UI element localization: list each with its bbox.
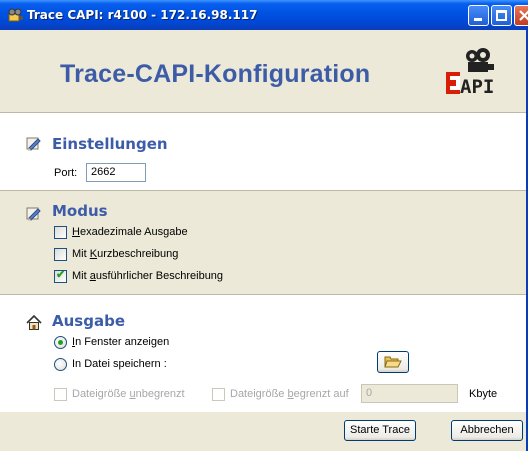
show-in-window-label[interactable]: In Fenster anzeigen — [72, 336, 169, 348]
title-bar[interactable]: Trace CAPI: r4100 - 172.16.98.117 — [0, 0, 528, 30]
minimize-button[interactable] — [468, 5, 489, 26]
close-icon — [519, 10, 528, 21]
size-unit-label: Kbyte — [469, 388, 498, 400]
size-limited-checkbox[interactable] — [212, 388, 225, 401]
port-label: Port: — [54, 167, 78, 179]
trace-app-icon — [8, 8, 23, 22]
size-limit-input[interactable]: 0 — [361, 384, 458, 403]
page-title: Trace-CAPI-Konfiguration — [60, 60, 371, 88]
settings-pencil-icon — [26, 137, 41, 151]
short-description-checkbox[interactable] — [54, 248, 67, 261]
capi-logo: API — [446, 48, 494, 98]
settings-title: Einstellungen — [52, 135, 168, 153]
size-limited-label[interactable]: Dateigröße begrenzt auf — [230, 388, 349, 400]
output-title: Ausgabe — [52, 312, 125, 330]
window-title: Trace CAPI: r4100 - 172.16.98.117 — [27, 8, 258, 22]
mode-section: Modus Hexadezimale Ausgabe Mit Kurzbesch… — [0, 191, 528, 294]
long-description-checkbox[interactable]: ✔ — [54, 269, 67, 283]
hex-output-checkbox[interactable] — [54, 226, 67, 239]
maximize-button[interactable] — [491, 5, 512, 26]
save-to-file-radio[interactable] — [54, 358, 67, 371]
save-to-file-label[interactable]: In Datei speichern : — [72, 358, 167, 370]
minimize-icon — [474, 18, 482, 21]
checkmark-icon: ✔ — [56, 269, 66, 281]
radio-dot — [58, 340, 63, 345]
browse-button[interactable] — [377, 351, 409, 373]
hex-output-label[interactable]: Hexadezimale Ausgabe — [72, 226, 188, 238]
long-description-label[interactable]: Mit ausführlicher Beschreibung — [72, 270, 223, 282]
start-trace-button[interactable]: Starte Trace — [344, 420, 416, 441]
port-input[interactable]: 2662 — [86, 163, 146, 182]
cancel-button[interactable]: Abbrechen — [451, 420, 523, 441]
close-button[interactable] — [514, 5, 528, 26]
size-unlimited-checkbox[interactable] — [54, 388, 67, 401]
mode-title: Modus — [52, 202, 108, 220]
short-description-label[interactable]: Mit Kurzbeschreibung — [72, 248, 178, 260]
size-unlimited-label[interactable]: Dateigröße unbegrenzt — [72, 388, 185, 400]
home-icon — [26, 315, 42, 330]
show-in-window-radio[interactable] — [54, 336, 67, 349]
folder-open-icon — [384, 356, 402, 368]
mode-pencil-icon — [26, 207, 41, 221]
header-banner: Trace-CAPI-Konfiguration API — [0, 30, 528, 112]
settings-section: Einstellungen Port: 2662 — [0, 113, 528, 190]
maximize-icon — [496, 10, 507, 21]
button-bar: Starte Trace Abbrechen — [0, 412, 528, 451]
svg-text:API: API — [460, 76, 494, 98]
output-section: Ausgabe In Fenster anzeigen In Datei spe… — [0, 295, 528, 412]
